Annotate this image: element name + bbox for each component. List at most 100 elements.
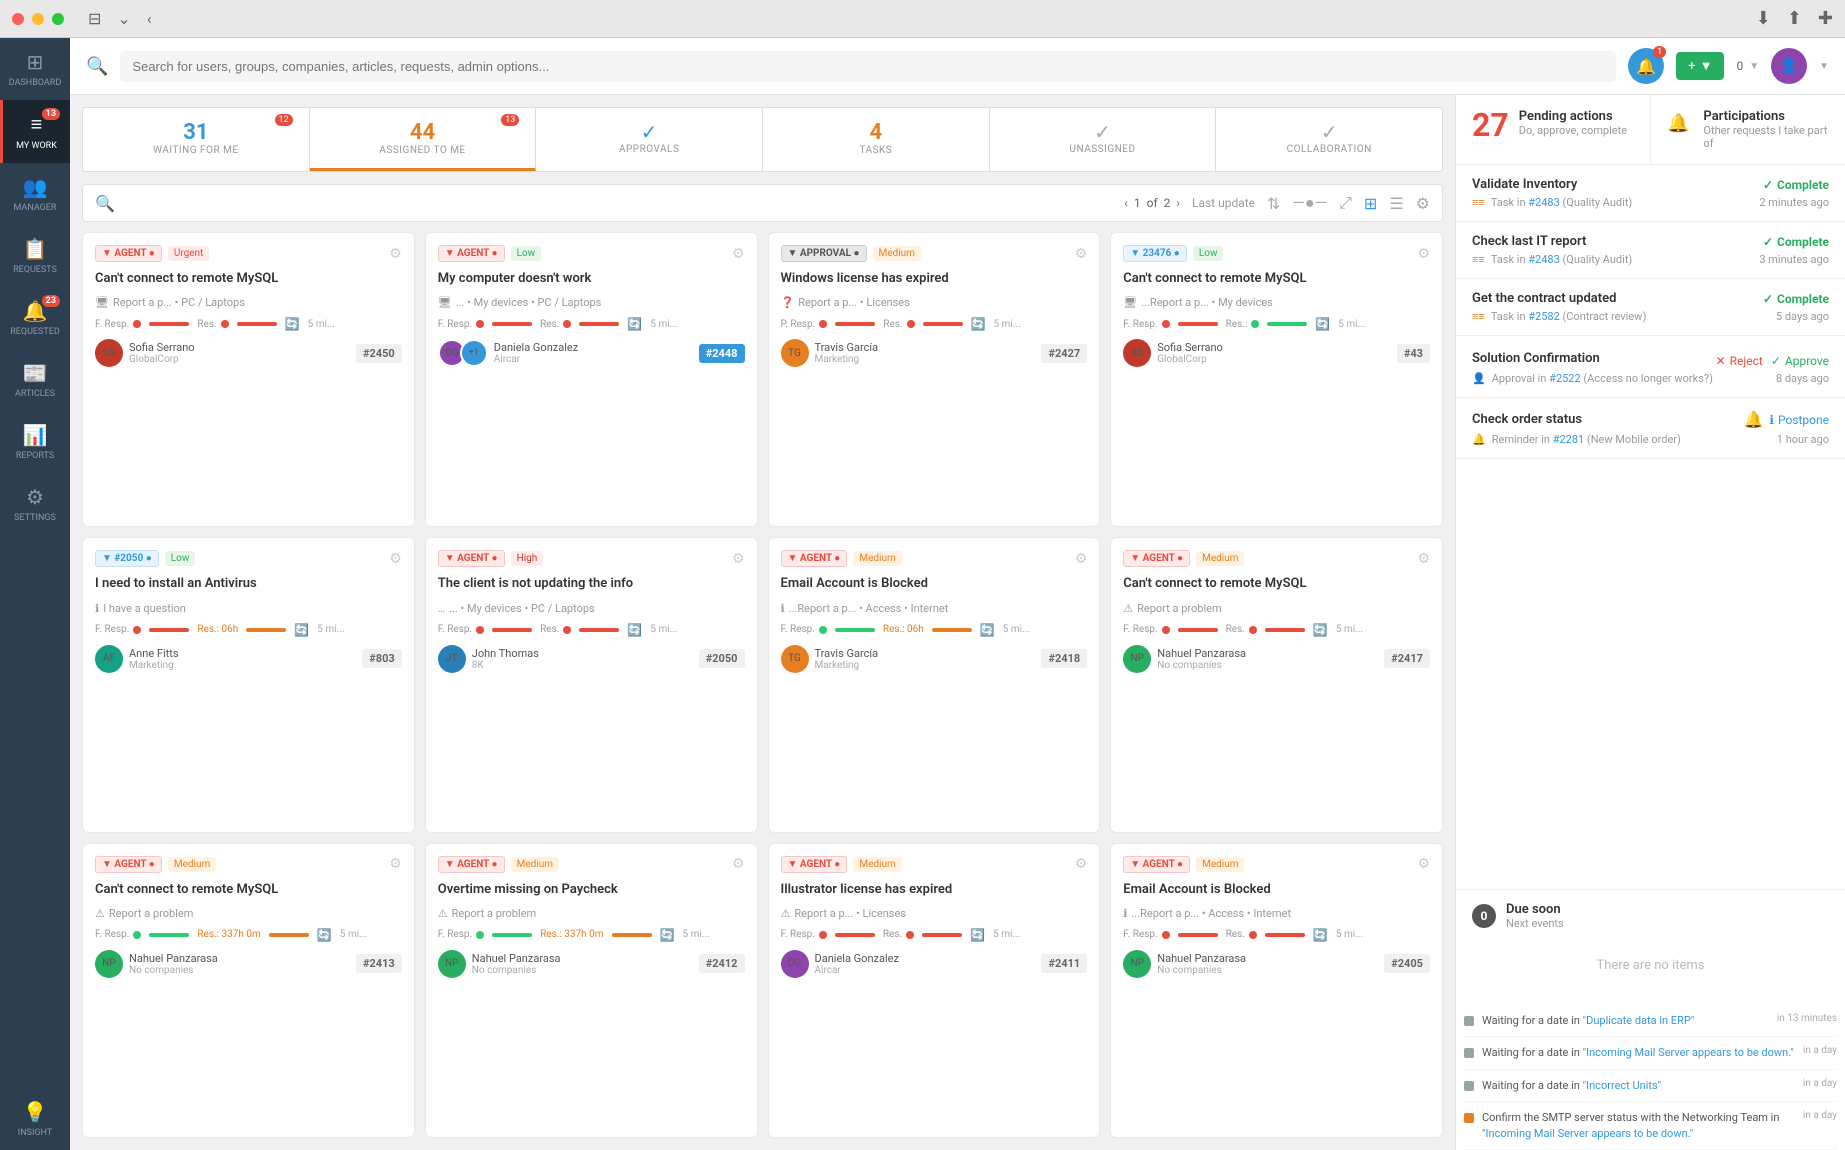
card-c3-gear-icon[interactable]: ⚙ [1075, 246, 1088, 262]
card-c5-priority: Low [165, 551, 196, 566]
titlebar-back[interactable]: ‹ [147, 9, 152, 28]
card-c9-gear-icon[interactable]: ⚙ [389, 856, 402, 872]
titlebar-close[interactable] [12, 13, 24, 25]
card-c7-fresp: F. Resp. [781, 624, 827, 635]
sidebar-item-manager[interactable]: 👥 MANAGER [0, 163, 70, 225]
time-label: 5 mi... [650, 319, 677, 330]
titlebar-sidebar-toggle[interactable]: ⊟ [88, 9, 101, 28]
sidebar-item-dashboard[interactable]: ⊞ DASHBOARD [0, 38, 70, 100]
approve-button[interactable]: ✓ Approve [1771, 354, 1829, 368]
refresh-icon[interactable]: 🔄 [660, 928, 675, 942]
board-search-input[interactable] [121, 196, 1116, 211]
sort-icon[interactable]: ⇅ [1267, 194, 1280, 213]
fresp-label: F. Resp. [95, 929, 129, 940]
tab-unassigned[interactable]: ✓ UNASSIGNED [990, 108, 1217, 171]
card-c10-meta-text: Report a problem [452, 907, 537, 920]
sidebar-item-settings[interactable]: ⚙ SETTINGS [0, 473, 70, 535]
collaboration-check-icon: ✓ [1321, 120, 1338, 144]
share-icon[interactable]: ⬆ [1787, 8, 1802, 29]
refresh-icon[interactable]: 🔄 [970, 928, 985, 942]
refresh-icon[interactable]: 🔄 [294, 623, 309, 637]
refresh-icon[interactable]: 🔄 [1313, 623, 1328, 637]
waiting-link-w4[interactable]: "Incoming Mail Server appears to be down… [1482, 1127, 1693, 1140]
refresh-icon[interactable]: 🔄 [627, 623, 642, 637]
card-c2-bars: F. Resp. Res. 🔄 5 mi... [438, 317, 745, 331]
refresh-icon[interactable]: 🔄 [627, 317, 642, 331]
search-icon[interactable]: 🔍 [86, 56, 108, 77]
waiting-link-w2[interactable]: "Incoming Mail Server appears to be down… [1583, 1046, 1794, 1059]
card-c11-gear-icon[interactable]: ⚙ [1075, 856, 1088, 872]
list-icon[interactable]: ☰ [1389, 194, 1403, 213]
card-c6-gear-icon[interactable]: ⚙ [732, 551, 745, 567]
titlebar-minimize[interactable] [32, 13, 44, 25]
tab-waiting[interactable]: 12 31 WAITING FOR ME [83, 108, 310, 171]
user-avatar[interactable]: 👤 [1771, 48, 1807, 84]
card-c1-gear-icon[interactable]: ⚙ [389, 246, 402, 262]
add-button[interactable]: + ▼ [1676, 52, 1724, 80]
fresp-label: F. Resp. [1123, 319, 1157, 330]
grid-icon[interactable]: ⊞ [1364, 194, 1377, 213]
card-c3: ▼ APPROVAL ● Medium ⚙ Windows license ha… [768, 232, 1101, 527]
avatar-chevron-icon[interactable]: ▼ [1819, 61, 1829, 72]
download-icon[interactable]: ⬇ [1756, 8, 1771, 29]
waiting-item-w4: Confirm the SMTP server status with the … [1464, 1102, 1837, 1150]
filter-icon[interactable]: —●— [1292, 193, 1327, 213]
sidebar-item-mywork[interactable]: 13 ≡ MY WORK [0, 100, 70, 163]
card-c4-fresp: F. Resp. [1123, 319, 1169, 330]
sidebar-item-reports[interactable]: 📊 REPORTS [0, 411, 70, 473]
titlebar-right-icons: ⬇ ⬆ ✚ [1756, 8, 1833, 29]
postpone-mute-icon[interactable]: 🔔 [1743, 410, 1763, 429]
search-input[interactable] [132, 59, 1604, 74]
add-tab-icon[interactable]: ✚ [1818, 8, 1833, 29]
card-c5-tag: ▼ #2050 ● [95, 550, 159, 567]
time-label: 5 mi... [1336, 929, 1363, 940]
res-label: Res. [540, 624, 559, 635]
tab-approvals[interactable]: ✓ APPROVALS [536, 108, 763, 171]
card-c10-gear-icon[interactable]: ⚙ [732, 856, 745, 872]
refresh-icon[interactable]: 🔄 [317, 928, 332, 942]
page-prev-icon[interactable]: ‹ [1124, 196, 1128, 210]
settings-board-icon[interactable]: ⚙ [1416, 194, 1430, 213]
card-c5-bar2 [246, 628, 286, 632]
card-c10-user-company: No companies [472, 965, 561, 976]
lang-selector[interactable]: 0 ▼ [1736, 59, 1759, 73]
titlebar-chevron[interactable]: ⌄ [117, 9, 130, 28]
card-c8-gear-icon[interactable]: ⚙ [1417, 551, 1430, 567]
card-c2-user-details: Daniela Gonzalez Aircar [494, 341, 578, 365]
card-c10-user-details: Nahuel Panzarasa No companies [472, 952, 561, 976]
refresh-icon[interactable]: 🔄 [971, 317, 986, 331]
postpone-button[interactable]: ℹ Postpone [1769, 413, 1829, 427]
card-c12-avatar: NP [1123, 950, 1151, 978]
expand-icon[interactable]: ⤢ [1339, 193, 1352, 213]
card-c3-user-company: Marketing [815, 354, 879, 365]
page-next-icon[interactable]: › [1176, 196, 1180, 210]
card-c12-bars: F. Resp. Res. 🔄 5 mi... [1123, 928, 1430, 942]
card-c4-gear-icon[interactable]: ⚙ [1417, 246, 1430, 262]
card-c10-tag: ▼ AGENT ● [438, 856, 505, 873]
refresh-icon[interactable]: 🔄 [1315, 317, 1330, 331]
card-c7-gear-icon[interactable]: ⚙ [1075, 551, 1088, 567]
card-c5-gear-icon[interactable]: ⚙ [389, 551, 402, 567]
notification-button[interactable]: 🔔 1 [1628, 48, 1664, 84]
sidebar-item-requests[interactable]: 📋 REQUESTS [0, 225, 70, 287]
tab-assigned[interactable]: 13 44 ASSIGNED TO ME [310, 108, 537, 171]
card-c2-gear-icon[interactable]: ⚙ [732, 246, 745, 262]
card-c5-res: Res.: 06h [197, 624, 238, 635]
titlebar-maximize[interactable] [52, 13, 64, 25]
tab-collaboration[interactable]: ✓ COLLABORATION [1216, 108, 1442, 171]
card-c2-avatar2: +1 [460, 339, 488, 367]
sidebar-item-requested[interactable]: 23 🔔 REQUESTED [0, 287, 70, 349]
waiting-link-w3[interactable]: "Incorrect Units" [1583, 1079, 1662, 1092]
refresh-icon[interactable]: 🔄 [285, 317, 300, 331]
refresh-icon[interactable]: 🔄 [980, 623, 995, 637]
card-c9-footer: NP Nahuel Panzarasa No companies #2413 [95, 950, 402, 978]
sidebar-item-insight[interactable]: 💡 INSIGHT [0, 1088, 70, 1150]
reject-button[interactable]: ✕ Reject [1716, 354, 1763, 368]
tab-tasks[interactable]: 4 TASKS [763, 108, 990, 171]
card-c7-priority: Medium [853, 551, 901, 566]
card-c2-fresp: F. Resp. [438, 319, 484, 330]
sidebar-item-articles[interactable]: 📰 ARTICLES [0, 349, 70, 411]
card-c12-gear-icon[interactable]: ⚙ [1417, 856, 1430, 872]
refresh-icon[interactable]: 🔄 [1313, 928, 1328, 942]
waiting-link-w1[interactable]: "Duplicate data in ERP" [1583, 1014, 1695, 1027]
